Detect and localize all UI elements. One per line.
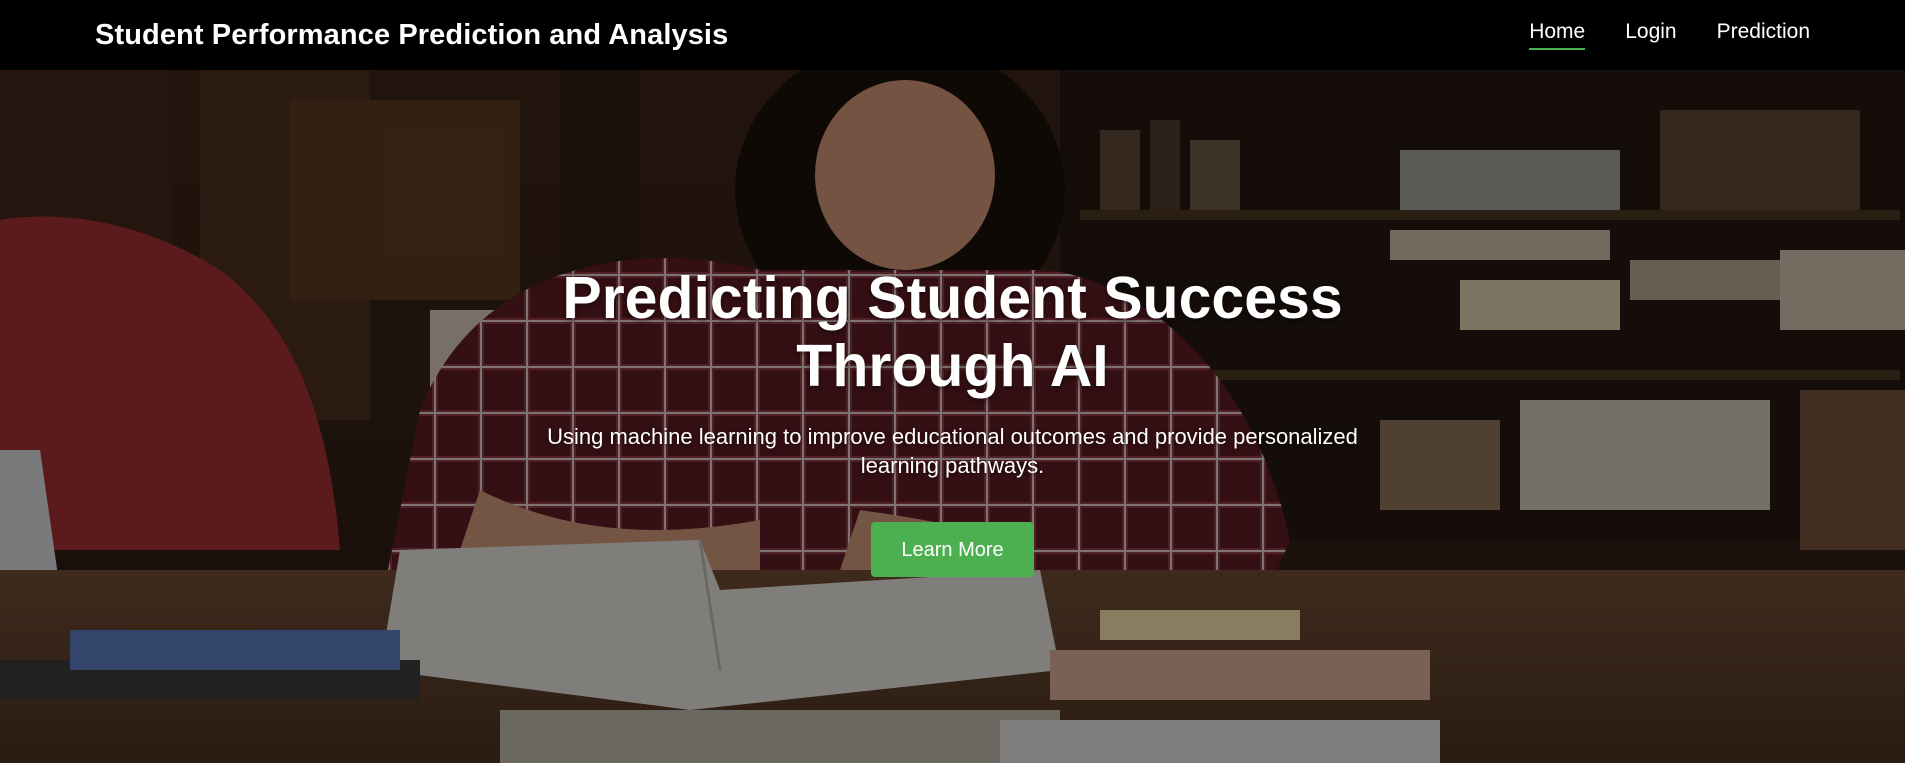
hero-subtitle-line2: learning pathways. xyxy=(860,453,1045,478)
hero-subtitle: Using machine learning to improve educat… xyxy=(493,422,1413,480)
site-title: Student Performance Prediction and Analy… xyxy=(95,18,729,51)
hero-section: Predicting Student Success Through AI Us… xyxy=(0,70,1905,763)
hero-content: Predicting Student Success Through AI Us… xyxy=(0,264,1905,577)
nav-prediction-link[interactable]: Prediction xyxy=(1717,20,1810,50)
learn-more-button[interactable]: Learn More xyxy=(871,522,1034,577)
hero-title: Predicting Student Success Through AI xyxy=(503,264,1403,400)
hero-title-line1: Predicting Student Success xyxy=(562,265,1343,331)
hero-title-line2: Through AI xyxy=(796,333,1109,399)
nav-home-link[interactable]: Home xyxy=(1529,20,1586,50)
top-navbar: Student Performance Prediction and Analy… xyxy=(0,0,1905,70)
nav-links: Home Login Prediction xyxy=(1529,20,1810,50)
hero-subtitle-line1: Using machine learning to improve educat… xyxy=(547,424,1358,449)
nav-login-link[interactable]: Login xyxy=(1625,20,1676,50)
